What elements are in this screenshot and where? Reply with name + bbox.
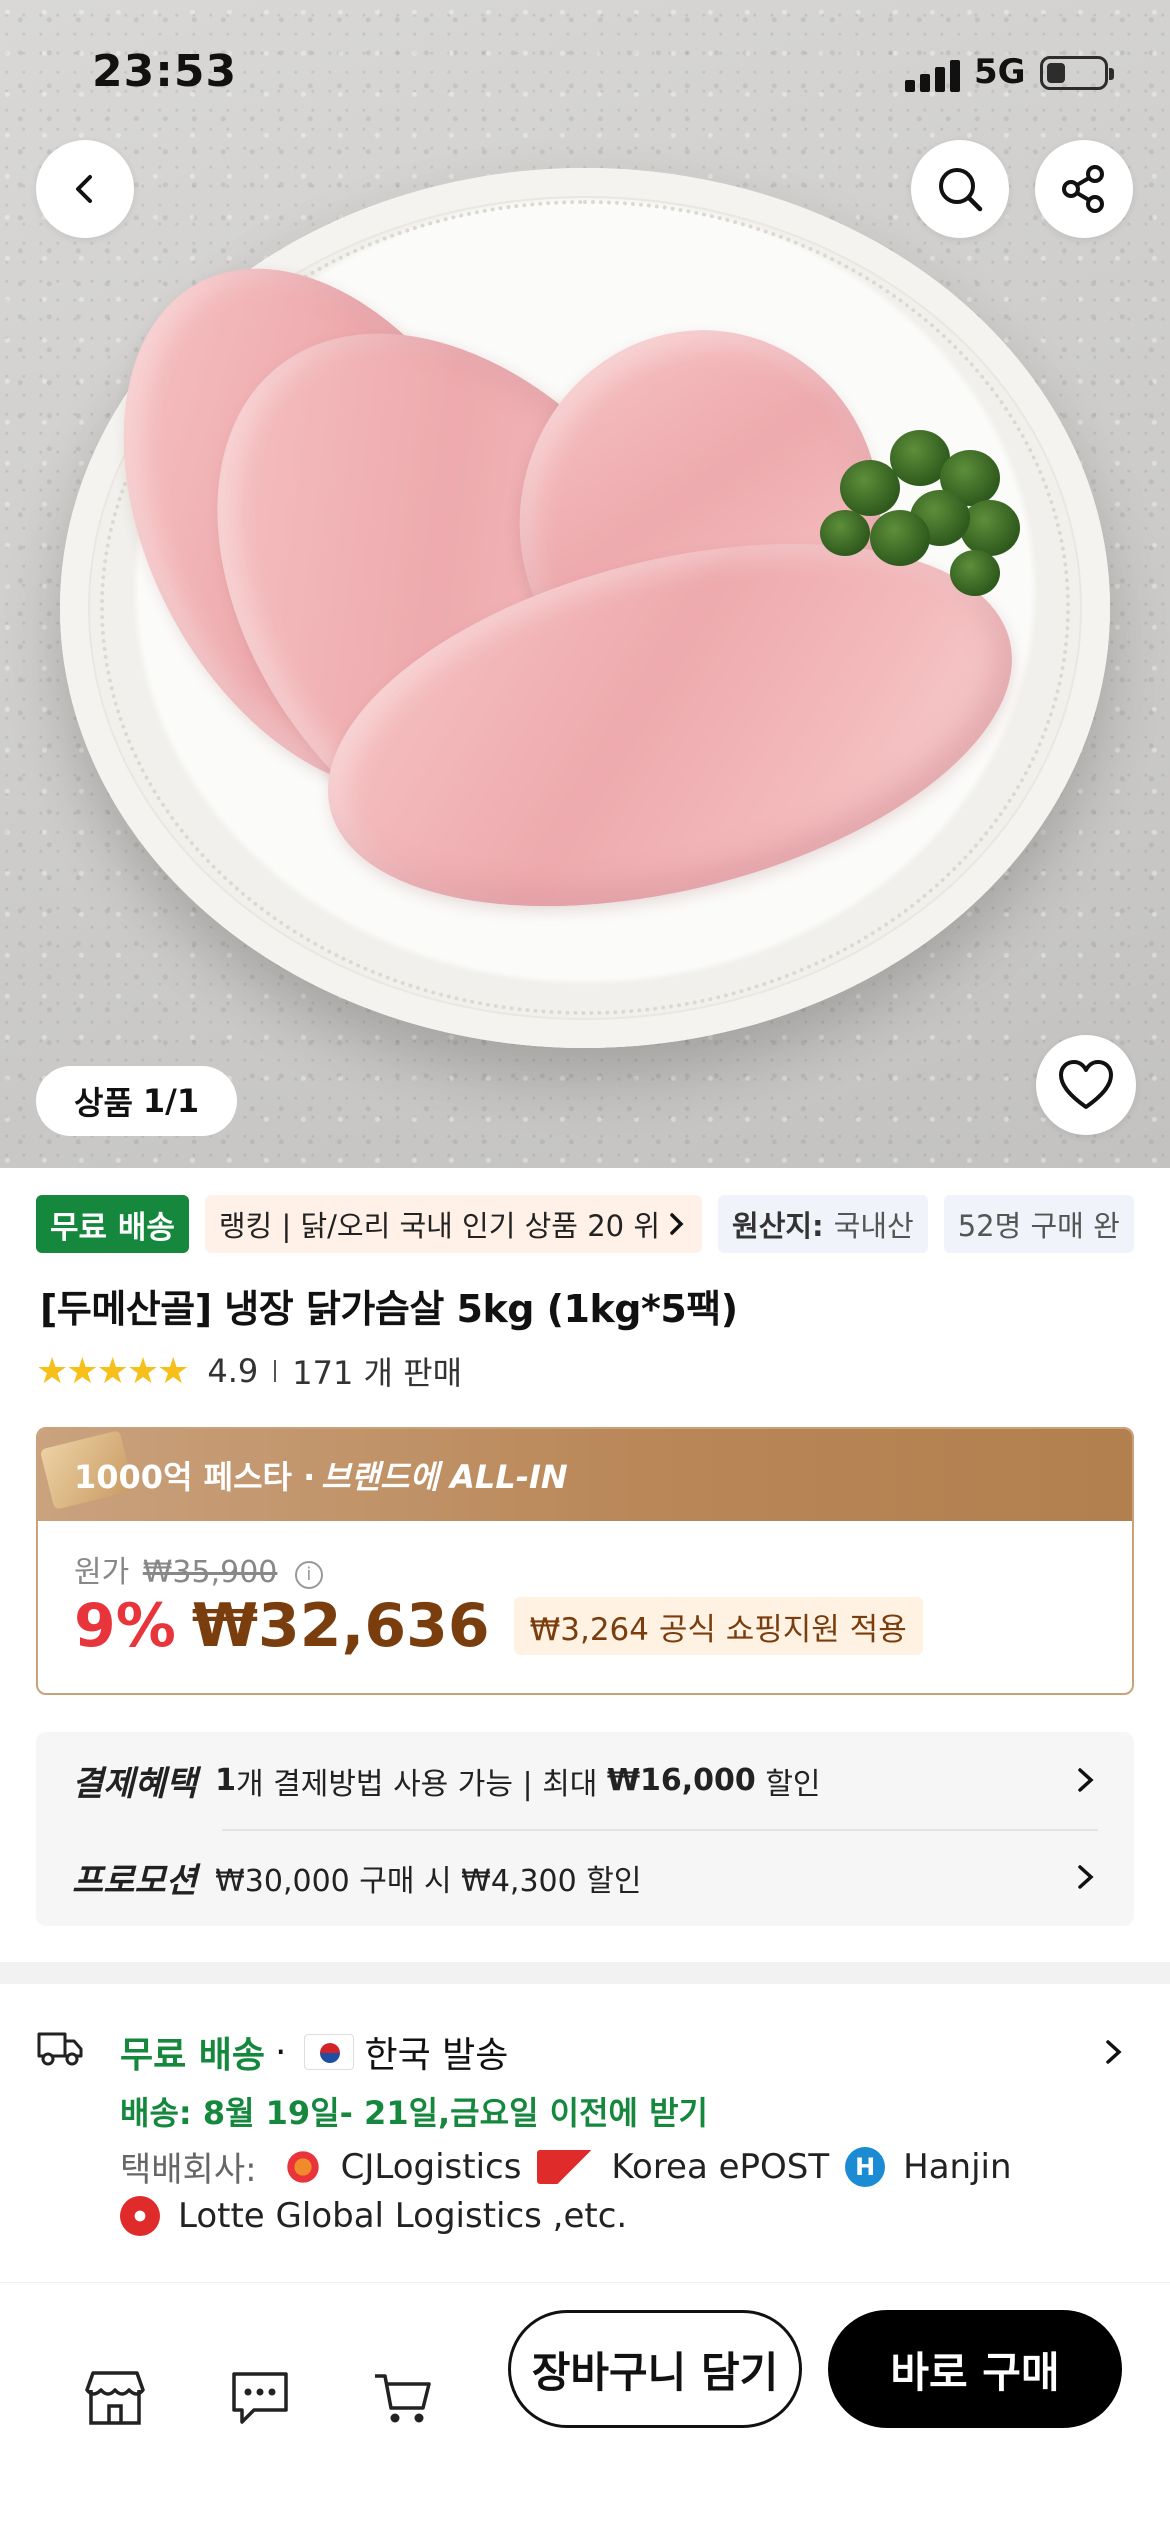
heart-icon — [1059, 1060, 1113, 1109]
lotte-logo-icon — [120, 2196, 160, 2236]
ranking-text: 랭킹 | 닭/오리 국내 인기 상품 20 위 — [218, 1209, 661, 1243]
hanjin-logo-icon: H — [845, 2146, 886, 2187]
sold-count: 171 개 판매 — [292, 1354, 463, 1392]
divider — [274, 1360, 277, 1382]
payment-text: 개 결제방법 사용 가능 | 최대 — [236, 1766, 607, 1802]
korea-flag-icon — [304, 2034, 355, 2070]
buyers-tag: 52명 구매 완 — [943, 1195, 1134, 1253]
promotion-label: 프로모션 — [72, 1861, 198, 1901]
free-shipping-badge: 무료 배송 — [36, 1195, 189, 1253]
info-icon[interactable]: i — [294, 1561, 323, 1589]
carrier-name: Hanjin — [903, 2146, 1012, 2187]
network-label: 5G — [974, 52, 1026, 92]
payment-count: 1 — [215, 1763, 236, 1798]
signal-icon — [905, 58, 961, 92]
add-to-cart-button[interactable]: 장바구니 담기 — [508, 2310, 802, 2428]
free-shipping-text: 무료 배송 — [120, 2035, 266, 2076]
chat-icon — [232, 2372, 288, 2424]
ranking-tag[interactable]: 랭킹 | 닭/오리 국내 인기 상품 20 위 — [204, 1195, 703, 1253]
chat-button[interactable] — [225, 2363, 295, 2433]
chevron-right-icon — [1078, 1768, 1094, 1792]
benefits-box: 결제혜택 1 개 결제방법 사용 가능 | 최대 ₩16,000 할인 프로모션… — [36, 1732, 1134, 1926]
star-rating-icon: ★★★★★ — [36, 1350, 189, 1392]
search-button[interactable] — [911, 140, 1009, 238]
chevron-left-icon — [76, 175, 92, 203]
payment-amount: ₩16,000 — [606, 1763, 756, 1798]
back-button[interactable] — [36, 140, 134, 238]
buy-now-label: 바로 구매 — [890, 2347, 1060, 2397]
product-image[interactable]: 23:53 5G 상품 1/1 — [0, 0, 1170, 1168]
banner-brand: 브랜드에 ALL-IN — [321, 1458, 568, 1496]
promotion-row[interactable]: 프로모션 ₩30,000 구매 시 ₩4,300 할인 — [72, 1829, 1098, 1926]
promotion-text: ₩30,000 구매 시 ₩4,300 할인 — [215, 1863, 642, 1899]
origin-value: 국내산 — [833, 1209, 914, 1243]
epost-logo-icon — [537, 2149, 594, 2184]
product-tags: 무료 배송 랭킹 | 닭/오리 국내 인기 상품 20 위 원산지: 국내산 5… — [36, 1195, 1134, 1253]
truck-icon — [37, 2032, 83, 2066]
payment-suffix: 할인 — [755, 1766, 821, 1802]
store-button[interactable] — [80, 2363, 150, 2433]
status-time: 23:53 — [92, 46, 238, 97]
shopping-support-badge: ₩3,264 공식 쇼핑지원 적용 — [513, 1597, 923, 1655]
product-title: [두메산골] 냉장 닭가슴살 5kg (1kg*5팩) — [40, 1287, 738, 1331]
parsley-garnish — [800, 420, 1030, 620]
carrier-name: CJLogistics — [340, 2146, 522, 2187]
search-icon — [939, 168, 983, 212]
discount-rate: 9% — [74, 1591, 176, 1661]
ship-from: 한국 발송 — [364, 2035, 509, 2076]
share-button[interactable] — [1035, 140, 1133, 238]
cj-logo-icon — [282, 2146, 323, 2187]
original-price-label: 원가 — [74, 1555, 130, 1590]
dot-separator: · — [275, 2031, 287, 2073]
payment-benefit-row[interactable]: 결제혜택 1 개 결제방법 사용 가능 | 최대 ₩16,000 할인 — [72, 1732, 1098, 1829]
status-bar: 23:53 5G — [0, 0, 1170, 140]
store-icon — [85, 2371, 145, 2425]
payment-benefit-label: 결제혜택 — [72, 1764, 198, 1804]
price-card: 1000억 페스타 · 브랜드에 ALL-IN 원가 ₩35,900 i 9% … — [36, 1427, 1134, 1695]
rating-value: 4.9 — [207, 1352, 259, 1390]
share-icon — [1062, 165, 1104, 213]
image-counter-label: 상품 — [74, 1084, 133, 1122]
rating-row[interactable]: ★★★★★ 4.9 171 개 판매 — [36, 1348, 462, 1394]
carriers-row: 택배회사: CJLogistics Korea ePOST H Hanjin — [120, 2142, 1012, 2191]
wishlist-button[interactable] — [1036, 1035, 1136, 1135]
image-counter: 상품 1/1 — [36, 1066, 238, 1136]
battery-icon — [1040, 56, 1114, 90]
carrier-name: Lotte Global Logistics ,etc. — [178, 2196, 628, 2236]
cart-button[interactable] — [368, 2363, 438, 2433]
delivery-estimate: 배송: 8월 19일- 21일,금요일 이전에 받기 — [120, 2094, 708, 2132]
original-price: ₩35,900 — [142, 1555, 278, 1590]
origin-label: 원산지: — [732, 1209, 824, 1243]
carrier-label: 택배회사: — [120, 2150, 257, 2190]
buy-now-button[interactable]: 바로 구매 — [828, 2310, 1122, 2428]
carriers-row-2: Lotte Global Logistics ,etc. — [120, 2196, 627, 2236]
origin-tag: 원산지: 국내산 — [718, 1195, 928, 1253]
chevron-right-icon — [1106, 2040, 1122, 2064]
chevron-right-icon — [670, 1213, 684, 1235]
section-divider — [0, 1962, 1170, 1984]
chevron-right-icon — [1078, 1865, 1094, 1889]
shipping-section[interactable]: 무료 배송 · 한국 발송 배송: 8월 19일- 21일,금요일 이전에 받기… — [0, 1990, 1170, 2280]
price-row: 9% ₩32,636 ₩3,264 공식 쇼핑지원 적용 — [74, 1591, 923, 1661]
promo-banner: 1000억 페스타 · 브랜드에 ALL-IN — [38, 1429, 1132, 1521]
banner-text: 1000억 페스타 · — [74, 1458, 316, 1496]
carrier-name: Korea ePOST — [611, 2146, 830, 2187]
sale-price: ₩32,636 — [191, 1591, 490, 1661]
shipping-summary: 무료 배송 · 한국 발송 — [120, 2026, 508, 2078]
cart-icon — [375, 2374, 431, 2423]
image-counter-value: 1/1 — [142, 1082, 200, 1120]
original-price-row: 원가 ₩35,900 i — [74, 1547, 323, 1591]
add-to-cart-label: 장바구니 담기 — [531, 2347, 779, 2397]
